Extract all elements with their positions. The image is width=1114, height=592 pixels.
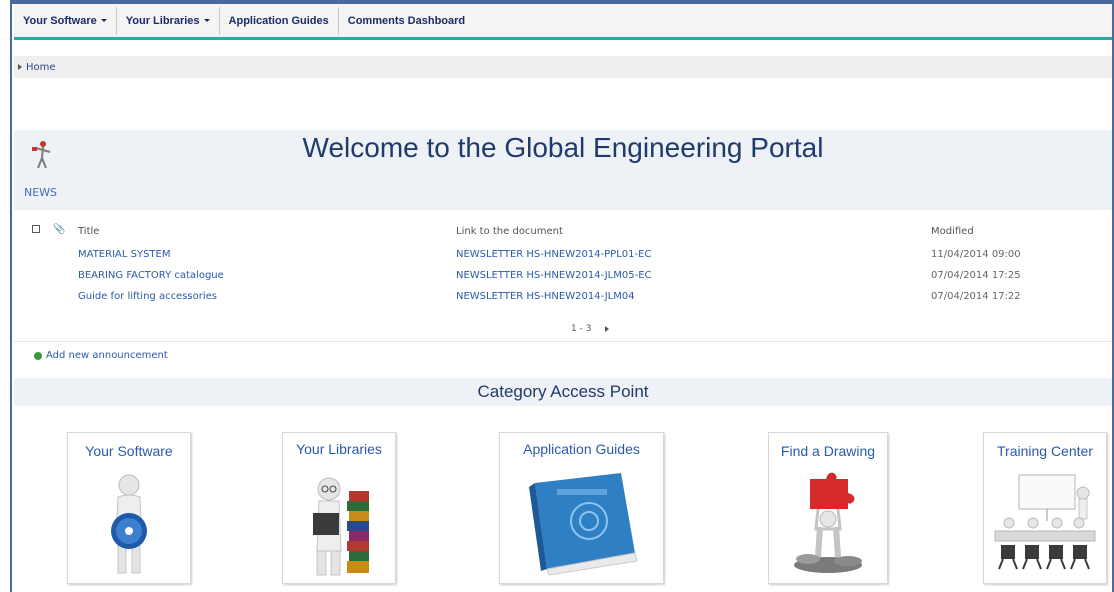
nav-your-software[interactable]: Your Software	[14, 6, 117, 35]
category-access-header: Category Access Point	[14, 378, 1112, 406]
nav-your-libraries-label: Your Libraries	[125, 14, 200, 27]
software-cd-icon	[111, 474, 147, 574]
news-row-link[interactable]: NEWSLETTER HS-HNEW2014-JLM04	[456, 291, 635, 302]
tile-label: Training Center	[997, 443, 1093, 459]
nav-comments-dashboard[interactable]: Comments Dashboard	[339, 7, 474, 35]
news-section-title: NEWS	[24, 186, 58, 199]
attachment-icon: 📎	[53, 224, 66, 235]
news-list: 📎 Title Link to the document Modified MA…	[14, 220, 1112, 342]
pager-next-icon[interactable]	[605, 326, 610, 332]
nav-your-libraries[interactable]: Your Libraries	[117, 6, 220, 35]
nav-application-guides[interactable]: Application Guides	[220, 6, 339, 35]
tile-label: Your Libraries	[296, 441, 382, 457]
news-row-modified: 07/04/2014 17:22	[931, 291, 1021, 302]
nav-application-guides-label: Application Guides	[228, 14, 329, 27]
pager: 1 - 3	[571, 324, 610, 334]
news-row-link[interactable]: NEWSLETTER HS-HNEW2014-PPL01-EC	[456, 249, 651, 260]
tile-label: Application Guides	[523, 441, 640, 457]
breadcrumb: Home	[14, 56, 1112, 78]
tile-your-software[interactable]: Your Software	[67, 432, 191, 584]
news-row-modified: 07/04/2014 17:25	[931, 270, 1021, 281]
technology-book-icon	[528, 473, 638, 576]
nav-your-software-label: Your Software	[23, 14, 97, 27]
news-row-title[interactable]: BEARING FACTORY catalogue	[78, 270, 224, 281]
tile-label: Your Software	[85, 443, 173, 459]
tile-your-libraries[interactable]: Your Libraries	[282, 432, 396, 584]
add-announcement-label: Add new announcement	[46, 350, 168, 361]
breadcrumb-arrow-icon	[18, 64, 22, 70]
breadcrumb-home-link[interactable]: Home	[26, 62, 56, 73]
news-row-link[interactable]: NEWSLETTER HS-HNEW2014-JLM05-EC	[456, 270, 652, 281]
add-icon	[34, 351, 42, 360]
news-row-modified: 11/04/2014 09:00	[931, 249, 1021, 260]
news-row-title[interactable]: Guide for lifting accessories	[78, 291, 217, 302]
column-header-link[interactable]: Link to the document	[456, 226, 563, 237]
tile-find-a-drawing[interactable]: Find a Drawing	[768, 432, 888, 584]
add-announcement-link[interactable]: Add new announcement	[34, 350, 168, 361]
caret-down-icon	[100, 19, 107, 22]
puzzle-piece-icon	[794, 472, 862, 573]
tile-application-guides[interactable]: Application Guides	[499, 432, 664, 584]
pager-range: 1 - 3	[571, 324, 592, 334]
caret-down-icon	[203, 19, 210, 22]
tile-label: Find a Drawing	[780, 443, 876, 459]
nav-comments-dashboard-label: Comments Dashboard	[347, 14, 466, 27]
library-books-icon	[313, 477, 369, 576]
tile-training-center[interactable]: Training Center	[983, 432, 1107, 584]
top-navigation: Your Software Your Libraries Application…	[14, 4, 1112, 40]
column-header-title[interactable]: Title	[78, 226, 99, 237]
news-row-title[interactable]: MATERIAL SYSTEM	[78, 249, 170, 260]
category-access-title: Category Access Point	[477, 382, 649, 401]
welcome-banner: Welcome to the Global Engineering Portal…	[14, 130, 1112, 210]
column-header-modified[interactable]: Modified	[931, 226, 974, 237]
training-room-icon	[994, 474, 1096, 570]
select-all-checkbox[interactable]	[32, 225, 40, 233]
window-frame-left	[0, 0, 12, 592]
page-title: Welcome to the Global Engineering Portal	[302, 132, 824, 163]
